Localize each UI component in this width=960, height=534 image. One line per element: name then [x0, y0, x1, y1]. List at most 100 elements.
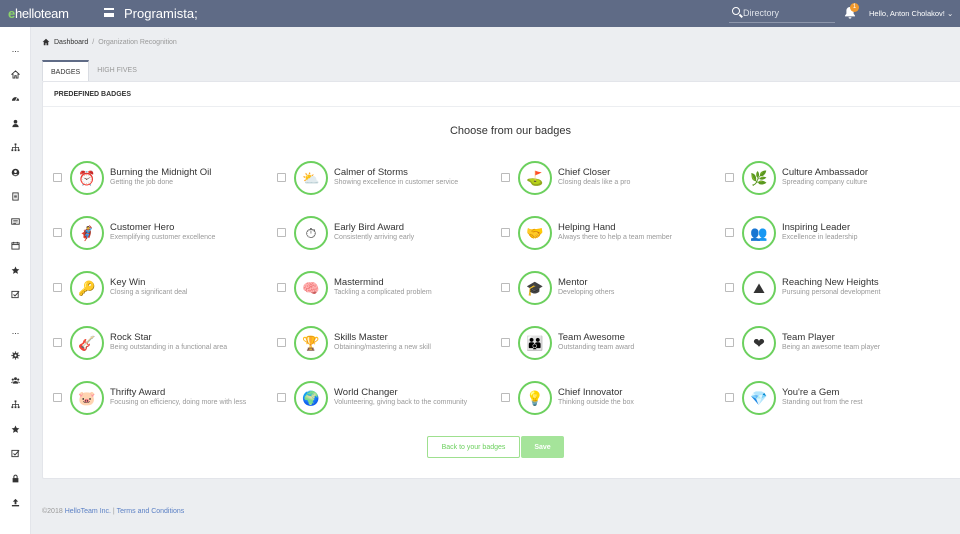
menu-icon[interactable]: [104, 8, 114, 17]
users-icon[interactable]: [8, 373, 23, 388]
badge-description: Thinking outside the box: [558, 399, 634, 406]
badge-checkbox[interactable]: [277, 173, 286, 182]
home-icon: [42, 38, 50, 46]
badge-checkbox[interactable]: [53, 283, 62, 292]
badge-description: Excellence in leadership: [782, 234, 858, 241]
badge-icon: 🎓: [518, 271, 552, 305]
badge-checkbox[interactable]: [725, 173, 734, 182]
newspaper-icon[interactable]: [8, 214, 23, 229]
badge-icon: ⏰: [70, 161, 104, 195]
badge-name: Reaching New Heights: [782, 277, 879, 288]
badge-item[interactable]: 👥 Inspiring Leader Excellence in leadershi…: [725, 216, 945, 252]
company-link[interactable]: HelloTeam Inc.: [65, 508, 111, 515]
badge-checkbox[interactable]: [725, 283, 734, 292]
badge-description: Closing deals like a pro: [558, 179, 631, 186]
checkbox-icon-2[interactable]: [8, 446, 23, 461]
dashboard-icon[interactable]: [8, 91, 23, 106]
badge-description: Volunteering, giving back to the communi…: [334, 399, 468, 406]
badge-checkbox[interactable]: [53, 228, 62, 237]
badge-item[interactable]: 🏆 Skills Master Obtaining/mastering a new …: [277, 326, 497, 362]
badge-icon: 🤝: [518, 216, 552, 250]
badge-name: Team Awesome: [558, 332, 625, 343]
calendar-icon[interactable]: [8, 238, 23, 253]
badge-item[interactable]: 👪 Team Awesome Outstanding team award: [501, 326, 721, 362]
badge-item[interactable]: ❤ Team Player Being an awesome team player: [725, 326, 945, 362]
badge-name: Burning the Midnight Oil: [110, 167, 212, 178]
sidebar: ... ...: [0, 27, 31, 534]
org-chart-icon[interactable]: [8, 140, 23, 155]
tab-high-fives[interactable]: HIGH FIVES: [89, 60, 145, 81]
badge-item[interactable]: ⛳ Chief Closer Closing deals like a pro: [501, 161, 721, 197]
badge-checkbox[interactable]: [53, 338, 62, 347]
badge-description: Being outstanding in a functional area: [110, 344, 228, 351]
badge-item[interactable]: 🎸 Rock Star Being outstanding in a functio…: [53, 326, 273, 362]
badge-name: Helping Hand: [558, 222, 616, 233]
badge-checkbox[interactable]: [725, 338, 734, 347]
badge-description: Closing a significant deal: [110, 289, 188, 296]
checkbox-icon[interactable]: [8, 287, 23, 302]
badge-checkbox[interactable]: [725, 228, 734, 237]
badge-checkbox[interactable]: [501, 228, 510, 237]
badge-name: Early Bird Award: [334, 222, 405, 233]
user-icon[interactable]: [8, 116, 23, 131]
user-menu[interactable]: Hello, Anton Cholakov! ⌄: [869, 9, 953, 18]
search-input[interactable]: [743, 6, 831, 20]
badge-item[interactable]: ⛅ Calmer of Storms Showing excellence in c…: [277, 161, 497, 197]
badge-icon: 💡: [518, 381, 552, 415]
search-icon: [732, 7, 740, 15]
badge-name: Thrifty Award: [110, 387, 166, 398]
badge-item[interactable]: ⛰ Reaching New Heights Pursuing personal d…: [725, 271, 945, 307]
badge-checkbox[interactable]: [725, 393, 734, 402]
top-bar: ehelloteam Programista; 1 Hello, Anton C…: [0, 0, 960, 27]
footer: ©2018 HelloTeam Inc. | Terms and Conditi…: [42, 508, 184, 515]
org-chart-icon-2[interactable]: [8, 397, 23, 412]
badge-item[interactable]: 🧠 Mastermind Tackling a complicated proble…: [277, 271, 497, 307]
badge-item[interactable]: 🌿 Culture Ambassador Spreading company cul…: [725, 161, 945, 197]
lock-icon[interactable]: [8, 471, 23, 486]
badge-checkbox[interactable]: [277, 338, 286, 347]
badge-item[interactable]: 🤝 Helping Hand Always there to help a team…: [501, 216, 721, 252]
user-circle-icon[interactable]: [8, 165, 23, 180]
star-icon-2[interactable]: [8, 422, 23, 437]
badge-name: Chief Closer: [558, 167, 611, 178]
badge-name: Mastermind: [334, 277, 384, 288]
badge-checkbox[interactable]: [501, 283, 510, 292]
badge-item[interactable]: 🦸 Customer Hero Exemplifying customer exce…: [53, 216, 273, 252]
tab-badges[interactable]: BADGES: [42, 60, 90, 81]
badge-item[interactable]: 🎓 Mentor Developing others: [501, 271, 721, 307]
badge-checkbox[interactable]: [53, 393, 62, 402]
sidebar-more-dots-2[interactable]: ...: [8, 324, 23, 339]
save-button[interactable]: Save: [521, 436, 564, 458]
directory-search[interactable]: [729, 4, 835, 23]
badge-checkbox[interactable]: [277, 283, 286, 292]
badge-item[interactable]: ⏱ Early Bird Award Consistently arriving e…: [277, 216, 497, 252]
terms-link[interactable]: Terms and Conditions: [117, 508, 185, 515]
badge-checkbox[interactable]: [501, 338, 510, 347]
document-icon[interactable]: [8, 189, 23, 204]
back-to-badges-button[interactable]: Back to your badges: [427, 436, 520, 458]
home-icon[interactable]: [8, 67, 23, 82]
badge-icon: 🏆: [294, 326, 328, 360]
badge-item[interactable]: 💎 You're a Gem Standing out from the rest: [725, 381, 945, 417]
badge-checkbox[interactable]: [501, 173, 510, 182]
badge-checkbox[interactable]: [501, 393, 510, 402]
upload-icon[interactable]: [8, 495, 23, 510]
badge-name: Team Player: [782, 332, 835, 343]
breadcrumb-dashboard-link[interactable]: Dashboard: [54, 39, 88, 46]
badge-checkbox[interactable]: [53, 173, 62, 182]
badge-checkbox[interactable]: [277, 393, 286, 402]
gear-icon[interactable]: [8, 348, 23, 363]
star-icon[interactable]: [8, 263, 23, 278]
breadcrumb-current: Organization Recognition: [98, 38, 177, 46]
badge-icon: ⛰: [742, 271, 776, 305]
badge-checkbox[interactable]: [277, 228, 286, 237]
badges-card: PREDEFINED BADGES Choose from our badges…: [42, 81, 960, 479]
badge-item[interactable]: 💡 Chief Innovator Thinking outside the box: [501, 381, 721, 417]
badge-item[interactable]: 🔑 Key Win Closing a significant deal: [53, 271, 273, 307]
badge-icon: 🌿: [742, 161, 776, 195]
badge-item[interactable]: ⏰ Burning the Midnight Oil Getting the job…: [53, 161, 273, 197]
logo[interactable]: ehelloteam: [8, 6, 69, 21]
badge-item[interactable]: 🌍 World Changer Volunteering, giving back …: [277, 381, 497, 417]
sidebar-more-dots[interactable]: ...: [8, 42, 23, 57]
badge-item[interactable]: 🐷 Thrifty Award Focusing on efficiency, do…: [53, 381, 273, 417]
